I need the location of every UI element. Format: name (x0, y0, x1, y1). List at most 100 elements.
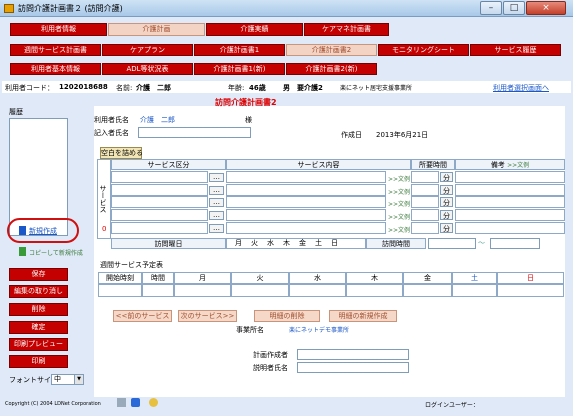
service-category-input[interactable] (111, 209, 208, 221)
back-to-user-select-link[interactable]: 利用者選択画面へ (493, 83, 549, 93)
content-example-link[interactable]: >>文例 (388, 225, 410, 234)
tab-basic-info[interactable]: 利用者基本情報 (10, 63, 101, 75)
tab-plan1-new[interactable]: 介護計画書1(新) (194, 63, 285, 75)
time-input[interactable] (411, 196, 439, 208)
service-content-input[interactable] (226, 184, 386, 196)
help-icon[interactable] (117, 398, 126, 407)
category-picker-button[interactable]: … (209, 186, 224, 195)
notes-input[interactable] (455, 171, 565, 183)
history-label: 履歴 (9, 108, 23, 116)
time-input[interactable] (411, 171, 439, 183)
col-duration: 時間 (142, 272, 174, 284)
menu-care-plan[interactable]: 介護計画 (108, 23, 205, 36)
service-section-number: 0 (102, 225, 107, 233)
time-unit: 分 (440, 210, 453, 220)
close-button[interactable]: × (526, 1, 566, 15)
category-picker-button[interactable]: … (209, 198, 224, 207)
confirm-button[interactable]: 確定 (9, 321, 68, 334)
time-unit: 分 (440, 172, 453, 182)
tab-monitoring[interactable]: モニタリングシート (378, 44, 469, 56)
content-example-link[interactable]: >>文例 (388, 199, 410, 208)
print-preview-button[interactable]: 印刷プレビュー (9, 338, 68, 351)
info-icon[interactable] (149, 398, 158, 407)
service-category-input[interactable] (111, 196, 208, 208)
service-content-input[interactable] (226, 209, 386, 221)
tab-service-history[interactable]: サービス履歴 (470, 44, 561, 56)
tab-plan2[interactable]: 介護計画書2 (286, 44, 377, 56)
notes-example-link[interactable]: >>文例 (507, 162, 529, 169)
service-content-input[interactable] (226, 196, 386, 208)
visit-day-label: 訪問曜日 (111, 238, 226, 249)
title-bar: 訪問介護計画書２ (訪問介護) – □ × (0, 0, 573, 17)
content-example-link[interactable]: >>文例 (388, 212, 410, 221)
content-example-link[interactable]: >>文例 (388, 174, 410, 183)
weekly-cell[interactable] (403, 284, 452, 297)
service-content-input[interactable] (226, 171, 386, 183)
category-picker-button[interactable]: … (209, 224, 224, 233)
visit-time-start[interactable] (428, 238, 476, 249)
weekly-cell[interactable] (231, 284, 289, 297)
time-input[interactable] (411, 222, 439, 234)
office-label: 事業所名 (236, 326, 264, 334)
maximize-button[interactable]: □ (503, 1, 525, 15)
service-category-input[interactable] (111, 171, 208, 183)
login-user-label: ログインユーザー： (425, 402, 479, 409)
visit-time-end[interactable] (490, 238, 540, 249)
notes-input[interactable] (455, 209, 565, 221)
delete-button[interactable]: 削除 (9, 303, 68, 316)
save-button[interactable]: 保存 (9, 268, 68, 281)
tab-plan2-new[interactable]: 介護計画書2(新) (286, 63, 377, 75)
category-picker-button[interactable]: … (209, 211, 224, 220)
new-detail-button[interactable]: 明細の新規作成 (329, 310, 397, 322)
office-name: 楽にネット居宅支援事業所 (340, 85, 413, 92)
weekly-cell[interactable] (142, 284, 174, 297)
menu-caremanager-plan[interactable]: ケアマネ計画書 (304, 23, 389, 36)
mail-icon[interactable] (131, 398, 140, 407)
user-sex: 男 (283, 84, 290, 92)
notes-input[interactable] (455, 222, 565, 234)
service-category-input[interactable] (111, 184, 208, 196)
tab-adl[interactable]: ADL等状況表 (102, 63, 193, 75)
notes-input[interactable] (455, 184, 565, 196)
menu-care-record[interactable]: 介護実績 (206, 23, 303, 36)
service-section-label: サービス (99, 185, 107, 213)
print-button[interactable]: 印刷 (9, 355, 68, 368)
planner-input[interactable] (297, 349, 409, 360)
weekly-cell[interactable] (452, 284, 497, 297)
tab-care-plan[interactable]: ケアプラン (102, 44, 193, 56)
prev-service-button[interactable]: <<前のサービス (113, 310, 172, 322)
fill-blanks-button[interactable]: 空白を詰める (100, 147, 143, 159)
time-input[interactable] (411, 184, 439, 196)
service-category-input[interactable] (111, 222, 208, 234)
menu-user-info[interactable]: 利用者情報 (10, 23, 107, 36)
time-input[interactable] (411, 209, 439, 221)
weekly-cell[interactable] (289, 284, 346, 297)
col-required-time: 所要時間 (411, 159, 455, 170)
weekly-cell[interactable] (346, 284, 403, 297)
visit-day-selector[interactable]: 月 火 水 木 金 土 日 (226, 238, 366, 249)
honorific: 様 (245, 116, 252, 124)
explainer-input[interactable] (297, 362, 409, 373)
copy-new-link[interactable]: コピーして新規作成 (29, 248, 83, 257)
weekly-cell[interactable] (174, 284, 231, 297)
category-picker-button[interactable]: … (209, 173, 224, 182)
col-notes: 備考 >>文例 (455, 159, 565, 170)
writer-label: 記入者氏名 (94, 129, 129, 137)
service-content-input[interactable] (226, 222, 386, 234)
weekly-cell[interactable] (98, 284, 142, 297)
writer-input[interactable] (138, 127, 251, 138)
created-date: 2013年6月21日 (376, 131, 429, 139)
weekly-cell[interactable] (497, 284, 564, 297)
user-code-label: 利用者コード： (5, 84, 54, 92)
new-create-link[interactable]: 新規作成 (29, 226, 57, 236)
tab-weekly-service[interactable]: 週間サービス計画書 (10, 44, 101, 56)
delete-detail-button[interactable]: 明細の削除 (254, 310, 320, 322)
next-service-button[interactable]: 次のサービス>> (178, 310, 237, 322)
explainer-label: 説明者氏名 (253, 364, 288, 372)
content-example-link[interactable]: >>文例 (388, 187, 410, 196)
notes-input[interactable] (455, 196, 565, 208)
minimize-button[interactable]: – (480, 1, 502, 15)
tab-plan1[interactable]: 介護計画書1 (194, 44, 285, 56)
cancel-edit-button[interactable]: 編集の取り消し (9, 285, 68, 298)
font-size-select[interactable]: 中 ▼ (51, 374, 84, 385)
